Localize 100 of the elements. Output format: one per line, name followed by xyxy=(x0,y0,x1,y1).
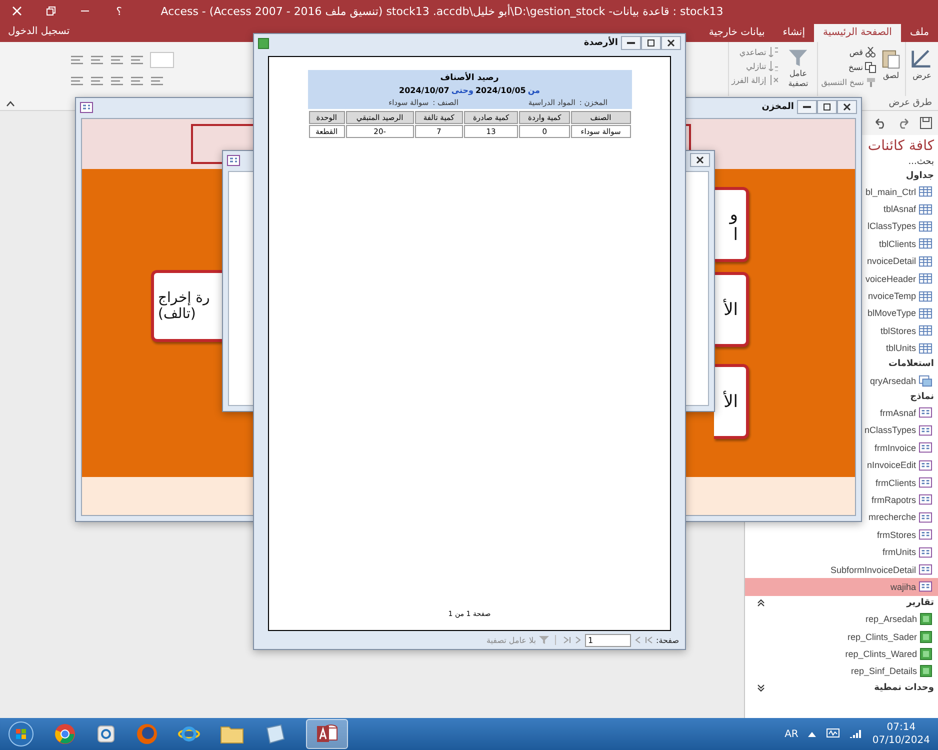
group-header[interactable]: نماذج xyxy=(906,389,938,404)
ribbon-tab[interactable]: ملف xyxy=(900,24,938,42)
folder-icon[interactable] xyxy=(220,724,244,744)
nav-item[interactable]: rep_Clints_Wared xyxy=(845,645,938,663)
font-size-field[interactable] xyxy=(150,52,174,68)
nav-item[interactable]: SubformInvoiceDetail xyxy=(830,560,938,578)
ribbon-tab[interactable]: إنشاء xyxy=(774,24,814,42)
network-icon[interactable] xyxy=(826,728,840,740)
filter-icon xyxy=(539,635,549,645)
paste-button[interactable]: لصق xyxy=(879,46,903,82)
nav-item[interactable]: frmStores xyxy=(876,526,938,544)
collapse-ribbon-icon[interactable] xyxy=(6,101,15,107)
align-icon[interactable] xyxy=(110,76,124,86)
view-button[interactable]: عرض xyxy=(908,46,936,82)
filter-button[interactable]: عامل تصفية xyxy=(781,46,816,91)
minimize-button[interactable] xyxy=(621,36,641,50)
nav-item[interactable]: rep_Clints_Sader xyxy=(847,628,938,646)
report-icon xyxy=(920,665,932,678)
nav-item[interactable]: tblUnits xyxy=(886,340,938,357)
group-header[interactable]: وحدات نمطية xyxy=(745,680,938,696)
cut-button[interactable]: قص xyxy=(820,46,877,59)
minimize-icon xyxy=(803,106,811,108)
nav-item[interactable]: frmInvoice xyxy=(874,439,938,456)
close-icon xyxy=(696,156,704,164)
nav-item[interactable]: nvoiceTemp xyxy=(868,287,938,305)
nav-item[interactable]: tblStores xyxy=(880,322,938,340)
start-button[interactable] xyxy=(8,721,34,747)
report-icon xyxy=(258,38,269,48)
close-button[interactable] xyxy=(837,100,857,114)
menu-button[interactable]: الأ xyxy=(714,272,749,347)
nav-item[interactable]: wajiha xyxy=(745,578,938,596)
nav-item[interactable]: nvoiceDetail xyxy=(866,252,938,270)
nav-item[interactable]: nInvoiceEdit xyxy=(866,456,938,474)
form-icon xyxy=(919,460,932,471)
sort-descending-icon xyxy=(768,61,778,71)
menu-button[interactable]: الأ xyxy=(714,364,749,439)
window-title: stock13 : قاعدة بيانات- D:\gestion_stock\أبو خليل\stock13 .accdb (تنسيق ملف Access 2007 - 2016) - Access xyxy=(160,4,724,18)
expand-chevron-icon[interactable] xyxy=(757,684,765,692)
nav-item[interactable]: rep_Arsedah xyxy=(865,610,938,628)
report-icon xyxy=(920,613,932,626)
align-icon[interactable] xyxy=(150,76,164,86)
page-number-field[interactable]: 1 xyxy=(585,634,631,646)
minimize-button[interactable] xyxy=(797,100,817,114)
group-header[interactable]: جداول xyxy=(902,168,938,183)
list-icon[interactable] xyxy=(130,55,144,65)
nav-item[interactable]: tblAsnaf xyxy=(883,200,938,218)
save-icon[interactable] xyxy=(920,117,932,129)
nav-item[interactable]: frmUnits xyxy=(882,543,938,561)
format-painter-button[interactable]: نسخ التنسيق xyxy=(820,76,877,88)
restore-button[interactable] xyxy=(817,100,837,114)
undo-icon[interactable] xyxy=(874,118,887,128)
help-button[interactable]: ؟ xyxy=(102,4,136,18)
nav-item[interactable]: voiceHeader xyxy=(865,270,938,288)
restore-button[interactable] xyxy=(641,36,661,50)
remove-sort-button[interactable]: إزالة الفرز xyxy=(730,74,780,86)
sort-ascending-button[interactable]: تصاعدي xyxy=(730,46,780,58)
sort-descending-button[interactable]: تنازلي xyxy=(730,60,780,72)
signal-icon[interactable] xyxy=(850,729,862,739)
taskbar-button[interactable] xyxy=(306,719,348,749)
form-icon xyxy=(80,102,93,112)
ribbon-tab[interactable]: بيانات خارجية xyxy=(700,24,774,42)
from-date: 2024/10/05 xyxy=(475,86,526,95)
group-header[interactable]: استعلامات xyxy=(884,356,938,372)
redo-icon[interactable] xyxy=(897,118,910,128)
copy-button[interactable]: نسخ xyxy=(820,61,877,74)
nav-item[interactable]: tblClients xyxy=(878,235,938,253)
table-icon xyxy=(919,186,932,198)
nav-item[interactable]: nClassTypes xyxy=(864,422,938,440)
nav-item[interactable]: lClassTypes xyxy=(867,218,938,236)
menu-button[interactable]: رة إخراج (تالف) xyxy=(151,270,223,342)
browser-icon[interactable] xyxy=(54,723,76,745)
form-icon xyxy=(919,581,932,592)
nav-item[interactable]: qryArsedah xyxy=(870,372,938,390)
nav-item[interactable]: rep_Sinf_Details xyxy=(850,662,938,680)
close-button[interactable] xyxy=(661,36,681,50)
remove-sort-icon xyxy=(768,75,778,85)
list-icon[interactable] xyxy=(90,55,104,65)
show-hidden-icons-icon[interactable] xyxy=(808,731,816,737)
collapse-chevron-icon[interactable] xyxy=(757,599,765,608)
table-icon xyxy=(919,204,932,215)
table-icon xyxy=(919,256,932,267)
clock[interactable]: 07:14 07/10/2024 xyxy=(872,721,930,747)
nav-item[interactable]: bl_main_Ctrl xyxy=(865,183,938,200)
to-label: وحتى xyxy=(451,86,474,95)
sign-in-link[interactable]: تسجيل الدخول xyxy=(0,26,78,42)
ribbon-tab[interactable]: الصفحة الرئيسية xyxy=(814,24,901,42)
table-icon xyxy=(919,308,932,319)
menu-button[interactable]: و ا xyxy=(714,187,749,262)
language-indicator[interactable]: AR xyxy=(784,728,798,740)
nav-item[interactable]: frmClients xyxy=(875,474,938,492)
align-icon[interactable] xyxy=(130,76,144,86)
form-icon xyxy=(919,529,932,540)
nav-item[interactable]: blMoveType xyxy=(867,304,938,322)
nav-item[interactable]: frmAsnaf xyxy=(880,404,938,422)
clipboard-icon xyxy=(881,48,901,70)
group-header[interactable]: تقارير xyxy=(745,596,938,611)
nav-item[interactable]: mrecherche xyxy=(868,508,938,526)
form-icon xyxy=(227,154,240,166)
close-button[interactable] xyxy=(690,153,710,167)
nav-item[interactable]: frmRapotrs xyxy=(871,491,938,509)
